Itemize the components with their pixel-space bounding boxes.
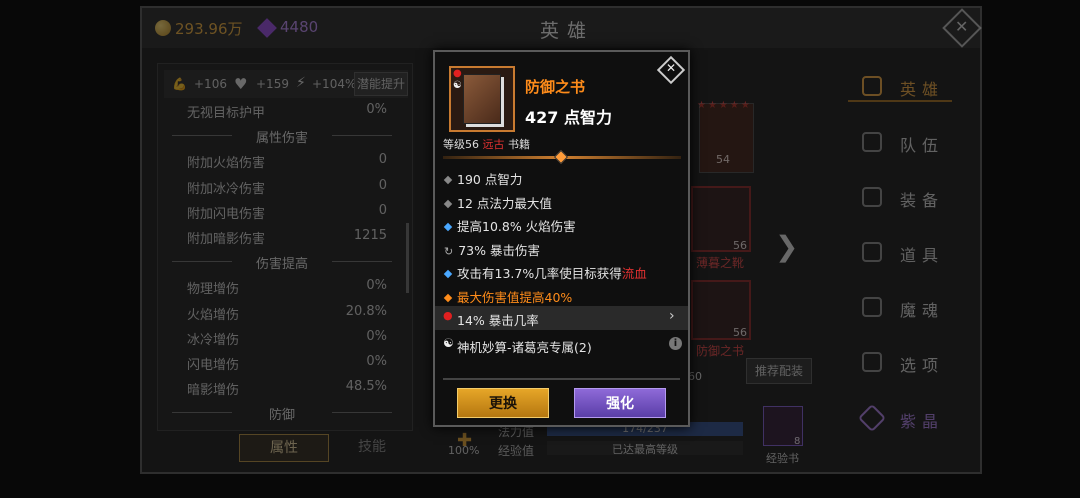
stat-row: 火焰增伤 20.8%: [187, 303, 387, 323]
set-row[interactable]: ☯ 神机妙算-诸葛亮专属(2) i: [435, 333, 688, 357]
crystal-icon: [857, 403, 887, 433]
potential-button[interactable]: 潜能提升: [354, 72, 408, 96]
stat-section-header: 防御: [172, 404, 392, 423]
item-icon: ● ☯: [449, 66, 515, 132]
affix-line: 攻击有13.7%几率使目标获得流血: [443, 263, 647, 282]
tab-skills[interactable]: 技能: [332, 434, 412, 462]
divider: [443, 378, 680, 380]
page-title: 英雄: [540, 20, 595, 42]
helmet-icon: [862, 187, 882, 207]
chevron-right-icon: ›: [669, 308, 675, 324]
strength-icon: 💪: [172, 77, 187, 91]
recommend-button[interactable]: 推荐配装: [746, 358, 812, 384]
orange-marker-icon: [443, 293, 453, 303]
exp-bar: 已达最高等级: [547, 441, 743, 456]
fire-icon: [862, 297, 882, 317]
affix-line: ↻ 73% 暴击伤害: [444, 242, 540, 258]
ruby-socket-icon: ●: [453, 68, 462, 79]
nav-item-fire[interactable]: 魔魂: [848, 291, 952, 323]
socket-row[interactable]: ● 14% 暴击几率 ›: [435, 306, 688, 330]
stat-row: 物理增伤 0%: [187, 278, 387, 298]
hero-icon: [862, 76, 882, 96]
stat-section-header: 属性伤害: [172, 127, 392, 146]
ruby-icon: ●: [443, 309, 453, 322]
yinyang-icon: ☯: [453, 80, 462, 91]
stat-row: 附加闪电伤害 0: [187, 202, 387, 222]
affix-line: 190 点智力: [443, 169, 522, 188]
item-main-stat: 427 点智力: [525, 108, 612, 127]
scrollbar[interactable]: [406, 223, 409, 293]
stat-section-header: 伤害提高: [172, 253, 392, 272]
lightning-icon: ⚡: [296, 75, 306, 91]
gear-icon: [862, 352, 882, 372]
heart-icon: ♥: [234, 75, 248, 93]
stat-row: 附加冰冷伤害 0: [187, 177, 387, 197]
flag-icon: [862, 132, 882, 152]
top-bar: 293.96万 4480 英雄 ✕: [142, 8, 982, 48]
stat-row: 冰冷增伤 0%: [187, 328, 387, 348]
upgrade-button[interactable]: 强化: [574, 388, 666, 418]
swirl-marker-icon: ↻: [444, 244, 454, 258]
next-arrow-icon[interactable]: ❯: [775, 230, 798, 263]
divider-gem-icon: [553, 149, 569, 165]
stat-row: 暗影增伤 48.5%: [187, 379, 387, 399]
nav-item-gear[interactable]: 选项: [848, 346, 952, 378]
affix-line: 最大伤害值提高40%: [443, 287, 572, 306]
affix-line: 12 点法力最大值: [443, 193, 552, 212]
affix-line: 提高10.8% 火焰伤害: [443, 216, 576, 235]
gray-marker-icon: [443, 175, 453, 185]
close-icon[interactable]: ✕: [666, 61, 676, 75]
nav-item-helmet[interactable]: 装备: [848, 181, 952, 213]
stat-row: 附加火焰伤害 0: [187, 152, 387, 172]
boosts-bar: 💪 +106 ♥ +159 ⚡ +104% 潜能提升: [164, 70, 408, 98]
gold-coin-icon: [155, 20, 171, 36]
item-name: 防御之书: [525, 78, 586, 96]
item-detail-popup: ● ☯ 防御之书 427 点智力 ✕ 等级56 远古 书籍 190 点智力 12 …: [433, 50, 690, 427]
item-meta: 等级56 远古 书籍: [443, 138, 530, 151]
stat-row: 无视目标护甲 0%: [187, 102, 387, 121]
book-icon: [463, 74, 501, 124]
replace-button[interactable]: 更换: [457, 388, 549, 418]
gold-amount: 293.96万: [175, 20, 243, 38]
stat-row: 附加暗影伤害 1215: [187, 228, 387, 247]
yinyang-set-icon: ☯: [443, 336, 454, 350]
gray-marker-icon: [443, 199, 453, 208]
info-icon[interactable]: i: [669, 337, 682, 350]
nav-item-bag[interactable]: 道具: [848, 236, 952, 268]
tab-attributes[interactable]: 属性: [239, 434, 329, 462]
blue-marker-icon: [443, 270, 453, 279]
nav-item-crystal[interactable]: 紫晶: [848, 402, 952, 434]
nav-item-flag[interactable]: 队伍: [848, 126, 952, 158]
bag-icon: [862, 242, 882, 262]
gem-icon: [257, 18, 277, 38]
blue-marker-icon: [443, 222, 453, 232]
gem-amount: 4480: [280, 18, 319, 36]
nav-item-hero[interactable]: 英雄: [848, 70, 952, 102]
stat-row: 闪电增伤 0%: [187, 354, 387, 373]
